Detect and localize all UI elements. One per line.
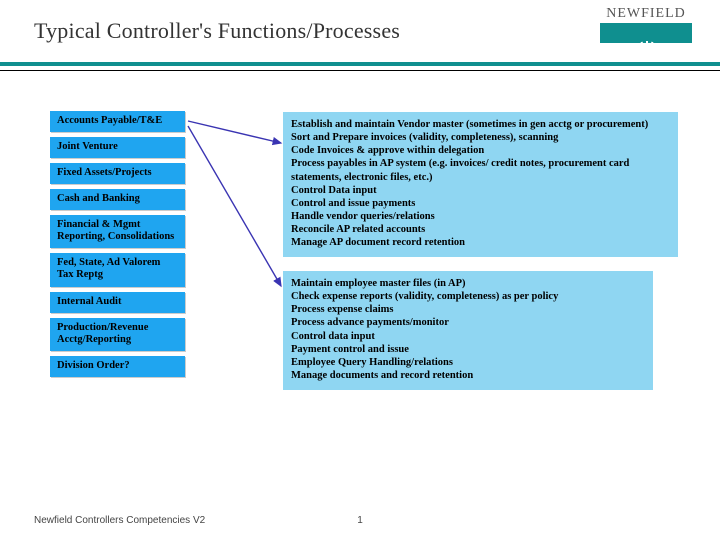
arrow-to-top-panel	[188, 121, 281, 143]
arrow-to-bottom-panel	[188, 126, 281, 286]
page-title: Typical Controller's Functions/Processes	[34, 18, 400, 44]
category-tax-reporting: Fed, State, Ad Valorem Tax Reptg	[50, 253, 185, 286]
brand-logo: NEWFIELD	[600, 6, 692, 43]
panel-line: Control Data input	[291, 184, 670, 197]
panel-line: Sort and Prepare invoices (validity, com…	[291, 131, 670, 144]
category-financial-reporting: Financial & Mgmt Reporting, Consolidatio…	[50, 215, 185, 248]
panel-line: Control and issue payments	[291, 197, 670, 210]
panel-line: Maintain employee master files (in AP)	[291, 277, 645, 290]
panel-line: Reconcile AP related accounts	[291, 223, 670, 236]
category-sidebar: Accounts Payable/T&E Joint Venture Fixed…	[50, 111, 185, 382]
panel-line: Establish and maintain Vendor master (so…	[291, 118, 670, 131]
panel-line: Control data input	[291, 330, 645, 343]
footer-source: Newfield Controllers Competencies V2	[34, 515, 205, 526]
panel-line: Handle vendor queries/relations	[291, 210, 670, 223]
panel-line: Manage AP document record retention	[291, 236, 670, 249]
footer: Newfield Controllers Competencies V2 1	[0, 508, 720, 540]
panel-line: Process advance payments/monitor	[291, 316, 645, 329]
category-fixed-assets: Fixed Assets/Projects	[50, 163, 185, 184]
panel-te-processes: Maintain employee master files (in AP) C…	[283, 271, 653, 390]
header: Typical Controller's Functions/Processes…	[0, 0, 720, 62]
category-production-revenue: Production/Revenue Acctg/Reporting	[50, 318, 185, 351]
panel-line: Check expense reports (validity, complet…	[291, 290, 645, 303]
category-internal-audit: Internal Audit	[50, 292, 185, 313]
panel-line: Code Invoices & approve within delegatio…	[291, 144, 670, 157]
divider-thick	[0, 62, 720, 66]
panel-line: Process expense claims	[291, 303, 645, 316]
category-accounts-payable: Accounts Payable/T&E	[50, 111, 185, 132]
panel-line: Employee Query Handling/relations	[291, 356, 645, 369]
panel-line: Manage documents and record retention	[291, 369, 645, 382]
category-cash-banking: Cash and Banking	[50, 189, 185, 210]
category-division-order: Division Order?	[50, 356, 185, 377]
brand-mark	[600, 23, 692, 43]
content-area: Accounts Payable/T&E Joint Venture Fixed…	[0, 71, 720, 501]
panel-line: Process payables in AP system (e.g. invo…	[291, 157, 670, 183]
category-joint-venture: Joint Venture	[50, 137, 185, 158]
page-number: 1	[357, 515, 363, 526]
panel-line: Payment control and issue	[291, 343, 645, 356]
brand-name: NEWFIELD	[600, 6, 692, 22]
panel-ap-processes: Establish and maintain Vendor master (so…	[283, 112, 678, 257]
